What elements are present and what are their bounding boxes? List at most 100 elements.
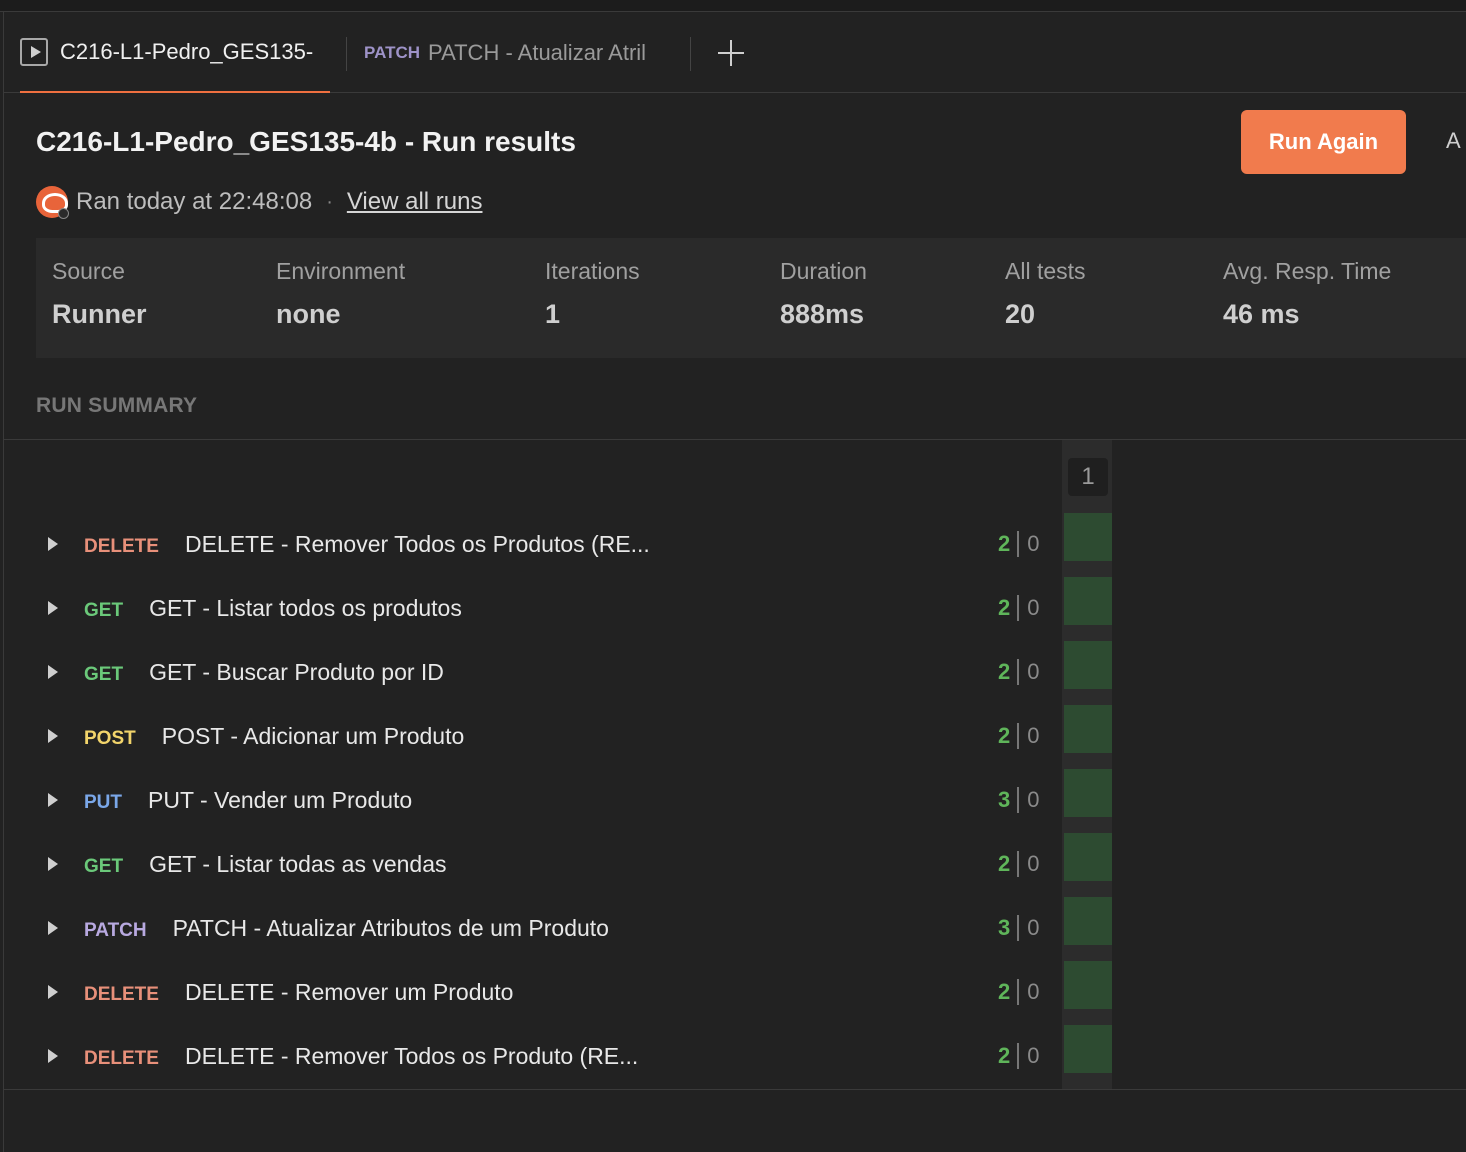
ran-timestamp: Ran today at 22:48:08 (76, 188, 313, 215)
failed-count: 0 (1027, 723, 1040, 748)
tab-patch-request[interactable]: PATCH PATCH - Atualizar Atril (348, 13, 664, 93)
iteration-result-cell[interactable] (1064, 641, 1112, 689)
request-row[interactable]: PATCH PATCH - Atualizar Atributos de um P… (4, 897, 1466, 961)
run-again-button[interactable]: Run Again (1241, 110, 1406, 174)
iteration-result-cell[interactable] (1064, 833, 1112, 881)
request-label: PATCH PATCH - Atualizar Atributos de um P… (84, 915, 609, 942)
passed-count: 2 (998, 723, 1011, 748)
request-name[interactable]: POST - Adicionar um Produto (162, 723, 465, 750)
request-row[interactable]: PUT PUT - Vender um Produto 3 0 (4, 769, 1466, 833)
tab-label: C216-L1-Pedro_GES135- (60, 39, 314, 64)
request-name[interactable]: GET - Buscar Produto por ID (149, 659, 444, 686)
tab-runner-results[interactable]: C216-L1-Pedro_GES135- (20, 13, 330, 93)
test-counts: 20 (998, 659, 1040, 685)
request-name[interactable]: DELETE - Remover Todos os Produtos (RE..… (185, 531, 650, 558)
request-label: DELETE DELETE - Remover um Produto (84, 979, 513, 1006)
method-badge: DELETE (84, 984, 159, 1005)
expand-caret-icon[interactable] (48, 729, 58, 743)
runner-play-icon (20, 38, 48, 66)
stat-avg-resp-time: Avg. Resp. Time 46 ms (1223, 258, 1391, 330)
failed-count: 0 (1027, 979, 1040, 1004)
test-counts: 20 (998, 723, 1040, 749)
stat-label: Environment (276, 258, 406, 284)
iteration-header[interactable]: 1 (1068, 458, 1108, 496)
request-row[interactable]: GET GET - Buscar Produto por ID 2 0 (4, 641, 1466, 705)
stat-all-tests: All tests 20 (1005, 258, 1086, 330)
request-row[interactable]: GET GET - Listar todas as vendas 2 0 (4, 833, 1466, 897)
stat-label: Avg. Resp. Time (1223, 258, 1392, 284)
count-separator (1017, 531, 1020, 557)
request-row[interactable]: GET GET - Listar todos os produtos 2 0 (4, 577, 1466, 641)
run-summary-heading: RUN SUMMARY (36, 394, 198, 417)
iteration-result-cell[interactable] (1064, 897, 1112, 945)
run-meta: Ran today at 22:48:08 · View all runs (36, 184, 482, 220)
passed-count: 3 (998, 915, 1011, 940)
iteration-result-cell[interactable] (1064, 513, 1112, 561)
iteration-result-cell[interactable] (1064, 961, 1112, 1009)
request-name[interactable]: GET - Listar todos os produtos (149, 595, 462, 622)
method-badge: PUT (84, 792, 122, 813)
window-top-strip (0, 0, 1466, 12)
tab-label: PATCH - Atualizar Atril (428, 40, 647, 65)
request-row[interactable]: POST POST - Adicionar um Produto 2 0 (4, 705, 1466, 769)
request-label: DELETE DELETE - Remover Todos os Produto … (84, 1043, 638, 1070)
passed-count: 2 (998, 979, 1011, 1004)
failed-count: 0 (1027, 1043, 1040, 1068)
test-counts: 30 (998, 915, 1040, 941)
expand-caret-icon[interactable] (48, 985, 58, 999)
runner-results-page: C216-L1-Pedro_GES135- PATCH PATCH - Atua… (0, 0, 1466, 1152)
expand-caret-icon[interactable] (48, 601, 58, 615)
iteration-result-cell[interactable] (1064, 705, 1112, 753)
iteration-result-cell[interactable] (1064, 1025, 1112, 1073)
request-label: GET GET - Listar todos os produtos (84, 595, 462, 622)
expand-caret-icon[interactable] (48, 537, 58, 551)
method-badge: PATCH (84, 920, 147, 941)
expand-caret-icon[interactable] (48, 921, 58, 935)
expand-caret-icon[interactable] (48, 793, 58, 807)
count-separator (1017, 595, 1020, 621)
expand-caret-icon[interactable] (48, 1049, 58, 1063)
request-name[interactable]: GET - Listar todas as vendas (149, 851, 446, 878)
iteration-result-cell[interactable] (1064, 577, 1112, 625)
new-tab-plus-icon[interactable] (716, 37, 748, 69)
passed-count: 2 (998, 595, 1011, 620)
request-label: PUT PUT - Vender um Produto (84, 787, 412, 814)
expand-caret-icon[interactable] (48, 857, 58, 871)
request-name[interactable]: PUT - Vender um Produto (148, 787, 412, 814)
count-separator (1017, 851, 1020, 877)
request-label: GET GET - Buscar Produto por ID (84, 659, 444, 686)
tab-divider (346, 37, 347, 71)
view-all-runs-link[interactable]: View all runs (347, 188, 483, 216)
method-badge: GET (84, 856, 124, 877)
failed-count: 0 (1027, 851, 1040, 876)
test-counts: 20 (998, 1043, 1040, 1069)
stat-source: Source Runner (52, 258, 147, 330)
clipped-action-button[interactable]: A (1446, 128, 1461, 154)
request-name[interactable]: DELETE - Remover um Produto (185, 979, 514, 1006)
request-name[interactable]: DELETE - Remover Todos os Produto (RE... (185, 1043, 638, 1070)
iteration-result-cell[interactable] (1064, 769, 1112, 817)
count-separator (1017, 915, 1020, 941)
passed-count: 2 (998, 659, 1011, 684)
stat-value: 20 (1005, 299, 1036, 329)
count-separator (1017, 723, 1020, 749)
passed-count: 3 (998, 787, 1011, 812)
failed-count: 0 (1027, 531, 1040, 556)
summary-top-divider (4, 439, 1466, 440)
run-stats-panel: Source Runner Environment none Iteration… (36, 238, 1466, 358)
request-row[interactable]: DELETE DELETE - Remover um Produto 2 0 (4, 961, 1466, 1025)
request-row[interactable]: DELETE DELETE - Remover Todos os Produtos… (4, 513, 1466, 577)
request-row[interactable]: DELETE DELETE - Remover Todos os Produto … (4, 1025, 1466, 1089)
stat-label: Duration (780, 258, 867, 284)
count-separator (1017, 979, 1020, 1005)
request-label: DELETE DELETE - Remover Todos os Produtos… (84, 531, 650, 558)
expand-caret-icon[interactable] (48, 665, 58, 679)
stat-environment: Environment none (276, 258, 405, 330)
method-badge: DELETE (84, 536, 159, 557)
test-counts: 30 (998, 787, 1040, 813)
failed-count: 0 (1027, 659, 1040, 684)
request-name[interactable]: PATCH - Atualizar Atributos de um Produt… (173, 915, 609, 942)
test-counts: 20 (998, 595, 1040, 621)
stat-label: Iterations (545, 258, 640, 284)
stat-label: All tests (1005, 258, 1086, 284)
